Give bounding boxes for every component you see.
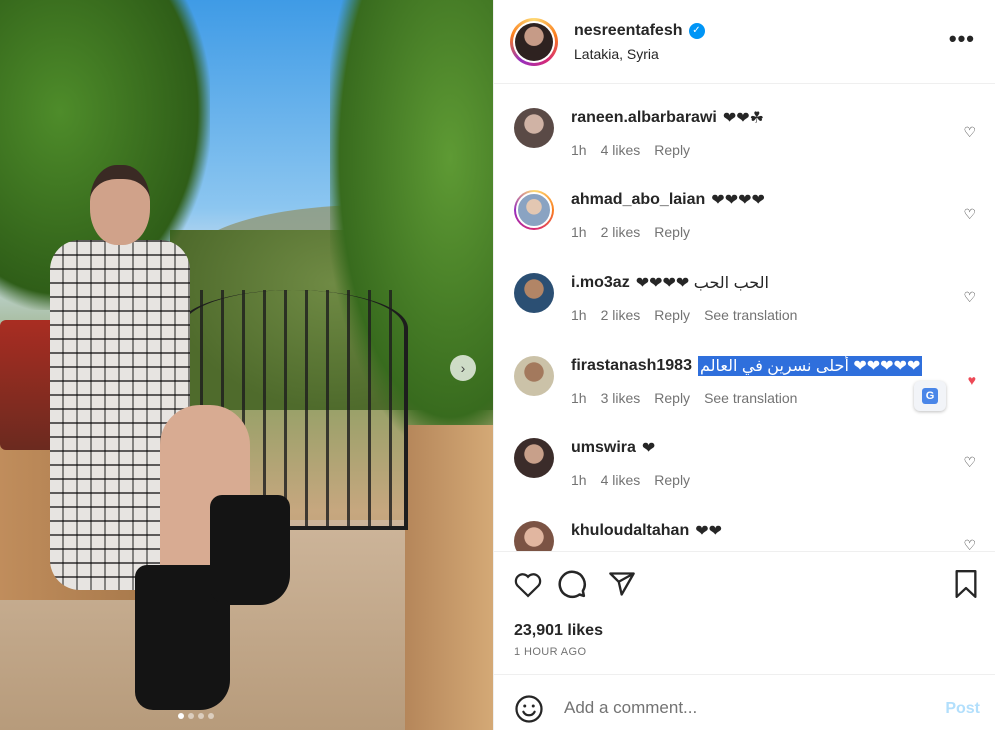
reply-button[interactable]: Reply [654,472,690,488]
reply-button[interactable]: Reply [654,142,690,158]
see-translation-link[interactable]: See translation [704,307,797,323]
paper-plane-icon[interactable] [606,568,638,600]
comment-text: ❤❤ [695,523,723,540]
post-side-panel: nesreentafesh ✓ Latakia, Syria ••• ranee… [493,0,995,730]
comment-username[interactable]: ahmad_abo_laian [571,191,705,209]
carousel-indicator [178,713,214,719]
verified-badge-icon: ✓ [688,22,705,39]
comment-like-heart-icon[interactable]: ♡ [963,206,976,223]
comment-icon[interactable] [556,568,588,600]
comment-likes[interactable]: 4 likes [601,472,641,488]
comment-text: ❤❤❤❤ الحب الحب [635,275,769,292]
comment-text: ❤❤☘ [722,110,764,127]
comment-username[interactable]: umswira [571,439,636,457]
comment-item: khuloudaltahan ❤❤ ♡ [514,521,984,551]
comment-like-heart-icon[interactable]: ♡ [963,454,976,471]
commenter-avatar[interactable] [514,356,554,396]
post-actions: 23,901 likes 1 HOUR AGO [494,551,995,675]
comment-like-heart-icon[interactable]: ♡ [963,124,976,141]
comment-username[interactable]: khuloudaltahan [571,522,689,540]
comment-time[interactable]: 1h [571,390,587,406]
comment-like-heart-icon[interactable]: ♡ [963,289,976,306]
comment-time[interactable]: 1h [571,142,587,158]
comment-item: firastanash1983 أحلى نسرين في العالم ❤❤❤… [514,356,984,436]
comment-item: umswira ❤ 1h 4 likes Reply ♡ [514,438,984,518]
reply-button[interactable]: Reply [654,307,690,323]
comment-likes[interactable]: 2 likes [601,307,641,323]
commenter-avatar[interactable] [514,521,554,551]
reply-button[interactable]: Reply [654,390,690,406]
post-photo[interactable]: › [0,0,493,730]
comment-like-heart-icon[interactable]: ♡ [963,537,976,551]
comment-time[interactable]: 1h [571,472,587,488]
comment-time[interactable]: 1h [571,224,587,240]
post-location[interactable]: Latakia, Syria [574,46,705,62]
comment-item: i.mo3az ❤❤❤❤ الحب الحب 1h 2 likes Reply … [514,273,984,353]
comment-username[interactable]: raneen.albarbarawi [571,109,717,127]
post-dialog: › nesreentafesh ✓ Latakia, Syria ••• ran… [0,0,995,730]
comment-liked-heart-icon[interactable]: ♥ [968,372,976,388]
post-comment-button[interactable]: Post [945,700,980,718]
comment-likes[interactable]: 4 likes [601,142,641,158]
comment-username[interactable]: firastanash1983 [571,357,692,375]
comment-text: ❤ [641,440,656,457]
more-options-icon[interactable]: ••• [949,26,975,52]
commenter-avatar[interactable] [514,190,554,230]
heart-icon[interactable] [512,568,544,600]
google-translate-icon[interactable]: G [914,381,946,411]
photo-person [50,165,300,710]
commenter-avatar[interactable] [514,438,554,478]
comment-username[interactable]: i.mo3az [571,274,630,292]
smiley-icon[interactable] [514,694,544,724]
bookmark-icon[interactable] [950,568,982,600]
add-comment-bar: Post [494,676,995,730]
see-translation-link[interactable]: See translation [704,390,797,406]
carousel-next-button[interactable]: › [450,355,476,381]
owner-avatar[interactable] [510,17,558,66]
post-timestamp[interactable]: 1 HOUR AGO [514,646,586,658]
comment-input[interactable] [564,698,924,718]
comment-likes[interactable]: 3 likes [601,390,641,406]
carousel-dot [188,713,194,719]
carousel-dot [198,713,204,719]
post-header: nesreentafesh ✓ Latakia, Syria ••• [494,0,995,84]
comment-text-selected: أحلى نسرين في العالم ❤❤❤❤❤ [697,356,923,376]
owner-username[interactable]: nesreentafesh [574,22,683,40]
comments-list: raneen.albarbarawi ❤❤☘ 1h 4 likes Reply … [494,84,995,551]
likes-count[interactable]: 23,901 likes [514,622,603,640]
photo-wall-right [405,425,493,730]
comment-likes[interactable]: 2 likes [601,224,641,240]
comment-text: ❤❤❤❤ [711,192,765,209]
reply-button[interactable]: Reply [654,224,690,240]
comment-time[interactable]: 1h [571,307,587,323]
comment-item: ahmad_abo_laian ❤❤❤❤ 1h 2 likes Reply ♡ [514,190,984,270]
commenter-avatar[interactable] [514,108,554,148]
commenter-avatar[interactable] [514,273,554,313]
carousel-dot-active [178,713,184,719]
comment-item: raneen.albarbarawi ❤❤☘ 1h 4 likes Reply … [514,108,984,188]
carousel-dot [208,713,214,719]
